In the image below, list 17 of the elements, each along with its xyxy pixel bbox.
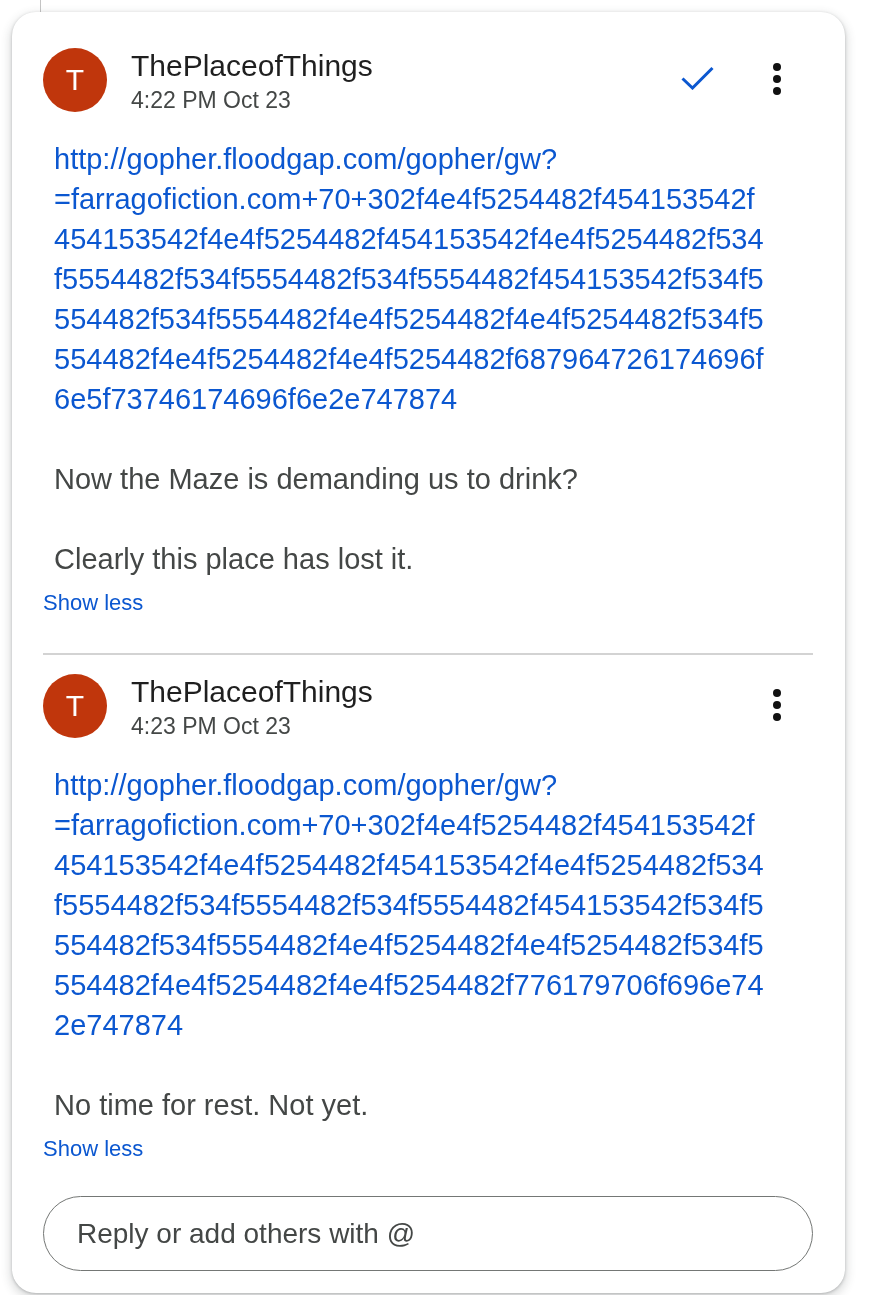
comment-text: No time for rest. Not yet.	[54, 1088, 370, 1123]
author-name: ThePlaceofThings	[131, 674, 373, 710]
comment-time: 4:22 PM Oct 23	[131, 86, 292, 115]
checkmark-icon	[681, 66, 714, 90]
author-name: ThePlaceofThings	[131, 48, 373, 84]
kebab-menu-icon	[773, 689, 781, 721]
url-link[interactable]: http://gopher.floodgap.com/gopher/gw?=farragofiction.com+70+302f4e4f5254482f454153542f454153542f4e4f5254482f454153542f4e4f5254482f534f5554482f534f5554482f534f5554482f454153542f534f5554482f534f5554482f4e4f5254482f4e4f5254482f534f5554482f4e4f5254482f4e4f5254482f776179706f696e742e747874	[54, 765, 768, 1045]
kebab-menu-icon	[773, 63, 781, 95]
reply-field[interactable]: Reply or add others with @	[43, 1196, 813, 1271]
show-less-link[interactable]: Show less	[43, 1135, 144, 1163]
comment-time: 4:23 PM Oct 23	[131, 712, 292, 741]
avatar: T	[43, 48, 107, 112]
comment-text: Now the Maze is demanding us to drink?	[54, 462, 579, 497]
comment-text: Clearly this place has lost it.	[54, 542, 415, 577]
avatar: T	[43, 674, 107, 738]
show-less-link[interactable]: Show less	[43, 589, 144, 617]
url-link[interactable]: http://gopher.floodgap.com/gopher/gw?=farragofiction.com+70+302f4e4f5254482f454153542f454153542f4e4f5254482f454153542f4e4f5254482f534f5554482f534f5554482f534f5554482f454153542f534f5554482f534f5554482f4e4f5254482f4e4f5254482f534f5554482f4e4f5254482f4e4f5254482f687964726174696f6e5f73746174696f6e2e747874	[54, 139, 768, 419]
